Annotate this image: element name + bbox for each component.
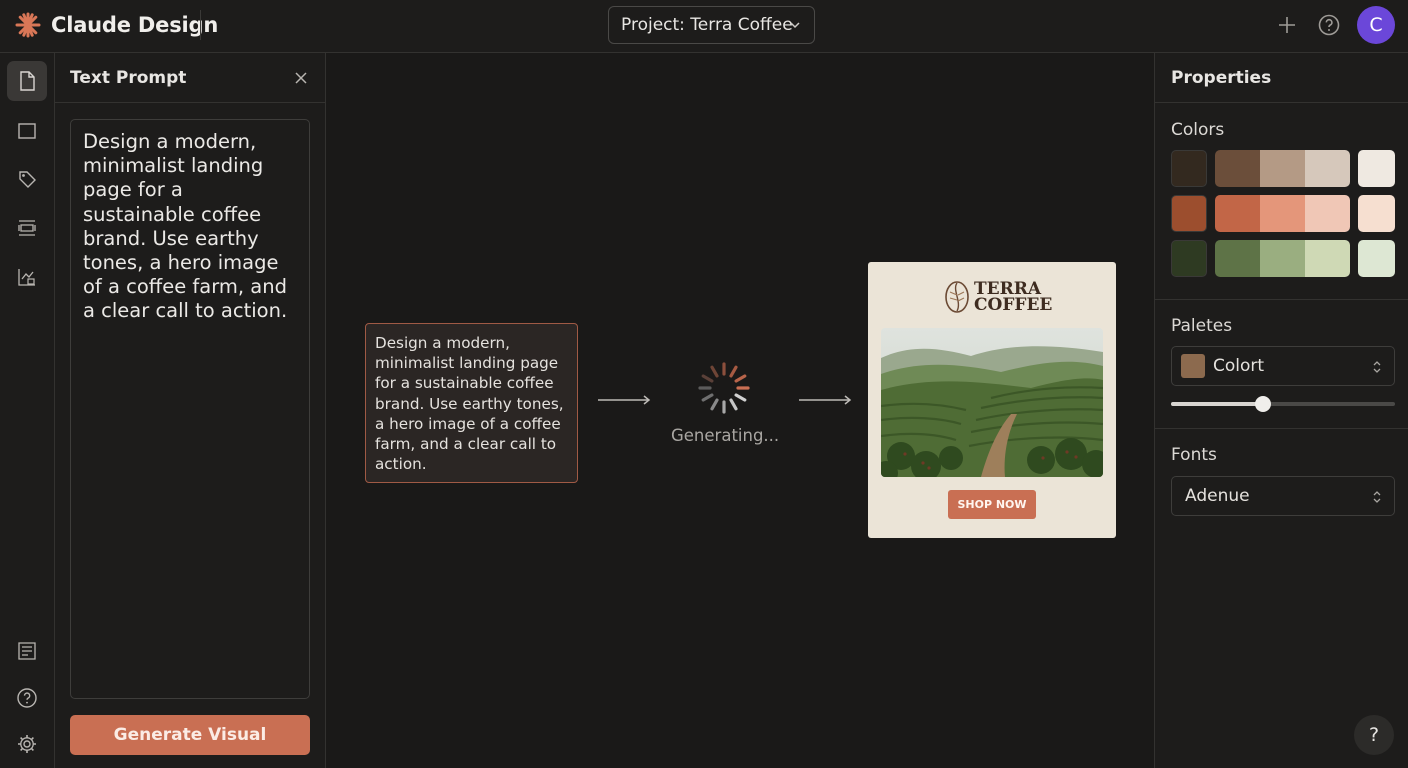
document-icon <box>20 71 35 91</box>
loading-spinner-icon <box>698 362 750 414</box>
text-prompt-panel: Text Prompt Design a modern, minimalist … <box>55 53 326 768</box>
color-shade[interactable] <box>1215 240 1260 277</box>
color-swatch-base[interactable] <box>1171 150 1207 187</box>
up-down-chevron-icon <box>1373 361 1381 373</box>
color-shade-strip[interactable] <box>1215 240 1350 277</box>
color-shade[interactable] <box>1260 195 1305 232</box>
close-icon[interactable] <box>293 70 309 86</box>
generating-status: Generating... <box>671 426 780 445</box>
colors-label: Colors <box>1171 120 1225 140</box>
fonts-label: Fonts <box>1171 445 1217 465</box>
color-shade[interactable] <box>1260 150 1305 187</box>
landing-page-preview[interactable]: TERRA COFFEE SHOP NOW <box>868 262 1116 538</box>
project-selector[interactable]: Project: Terra Coffee <box>608 6 815 44</box>
color-shade-strip[interactable] <box>1215 195 1350 232</box>
color-shade[interactable] <box>1305 195 1350 232</box>
palette-select[interactable]: Colort <box>1171 346 1395 386</box>
rail-frames[interactable] <box>7 111 47 151</box>
rail-help[interactable] <box>7 678 47 718</box>
design-canvas[interactable]: Design a modern, minimalist landing page… <box>327 53 1154 768</box>
prompt-textarea[interactable]: Design a modern, minimalist landing page… <box>70 119 310 699</box>
font-value: Adenue <box>1185 486 1250 506</box>
project-name: Project: Terra Coffee <box>621 15 793 35</box>
color-shade[interactable] <box>1215 195 1260 232</box>
arrow-right-icon <box>598 395 651 405</box>
slider-thumb[interactable] <box>1254 396 1271 412</box>
up-down-chevron-icon <box>1373 491 1381 503</box>
color-shade[interactable] <box>1305 150 1350 187</box>
color-swatch-base[interactable] <box>1171 195 1207 232</box>
properties-header: Properties <box>1155 53 1408 103</box>
color-shade-strip[interactable] <box>1215 150 1350 187</box>
rail-assets[interactable] <box>7 257 47 297</box>
frame-icon <box>18 123 36 139</box>
properties-title: Properties <box>1171 68 1272 88</box>
assets-icon <box>18 269 35 286</box>
color-swatch-light[interactable] <box>1358 150 1395 187</box>
chevron-down-icon <box>790 22 800 29</box>
rail-documents[interactable] <box>7 61 47 101</box>
hero-image <box>881 328 1103 477</box>
palette-slider[interactable] <box>1171 396 1395 412</box>
slider-fill <box>1171 402 1263 406</box>
palette-value: Colort <box>1213 356 1265 376</box>
left-rail <box>0 53 55 768</box>
color-shade[interactable] <box>1215 150 1260 187</box>
coffee-bean-icon <box>945 281 969 313</box>
palettes-label: Paletes <box>1171 316 1233 336</box>
brand-divider <box>200 10 201 40</box>
rail-shapes[interactable] <box>7 159 47 199</box>
app-name: Claude Design <box>51 13 219 37</box>
top-bar: Claude Design Project: Terra Coffee C <box>0 0 1408 53</box>
gear-icon <box>18 735 36 753</box>
arrow-right-icon <box>799 395 852 405</box>
layers-icon <box>18 642 36 660</box>
properties-panel: Properties Colors Paletes Colort Fonts A… <box>1154 53 1408 768</box>
color-swatch-light[interactable] <box>1358 240 1395 277</box>
brand[interactable]: Claude Design <box>14 10 218 40</box>
section-divider <box>1155 299 1408 300</box>
claude-logo-icon <box>15 12 41 38</box>
generate-visual-button[interactable]: Generate Visual <box>70 715 310 755</box>
plus-icon[interactable] <box>1276 14 1298 36</box>
color-shade[interactable] <box>1260 240 1305 277</box>
panel-title: Text Prompt <box>70 68 187 88</box>
palette-swatch <box>1181 354 1205 378</box>
rail-layers[interactable] <box>7 631 47 671</box>
prompt-node[interactable]: Design a modern, minimalist landing page… <box>365 323 578 483</box>
logo-line-coffee: COFFEE <box>974 295 1053 315</box>
help-circle-icon[interactable] <box>1317 13 1341 37</box>
color-shade[interactable] <box>1305 240 1350 277</box>
panel-header: Text Prompt <box>55 53 325 103</box>
color-swatch-light[interactable] <box>1358 195 1395 232</box>
terra-coffee-logo: TERRA COFFEE <box>944 280 1052 314</box>
shapes-icon <box>19 171 36 188</box>
user-avatar[interactable]: C <box>1357 6 1395 44</box>
rail-components[interactable] <box>7 208 47 248</box>
color-swatch-base[interactable] <box>1171 240 1207 277</box>
help-button[interactable]: ? <box>1354 715 1394 755</box>
font-select[interactable]: Adenue <box>1171 476 1395 516</box>
components-icon <box>18 220 36 236</box>
rail-settings[interactable] <box>7 724 47 764</box>
section-divider <box>1155 428 1408 429</box>
logo-wordmark: TERRA COFFEE <box>974 281 1053 315</box>
shop-now-button[interactable]: SHOP NOW <box>948 490 1036 519</box>
help-icon <box>17 688 37 708</box>
coffee-farm-image <box>881 328 1103 477</box>
